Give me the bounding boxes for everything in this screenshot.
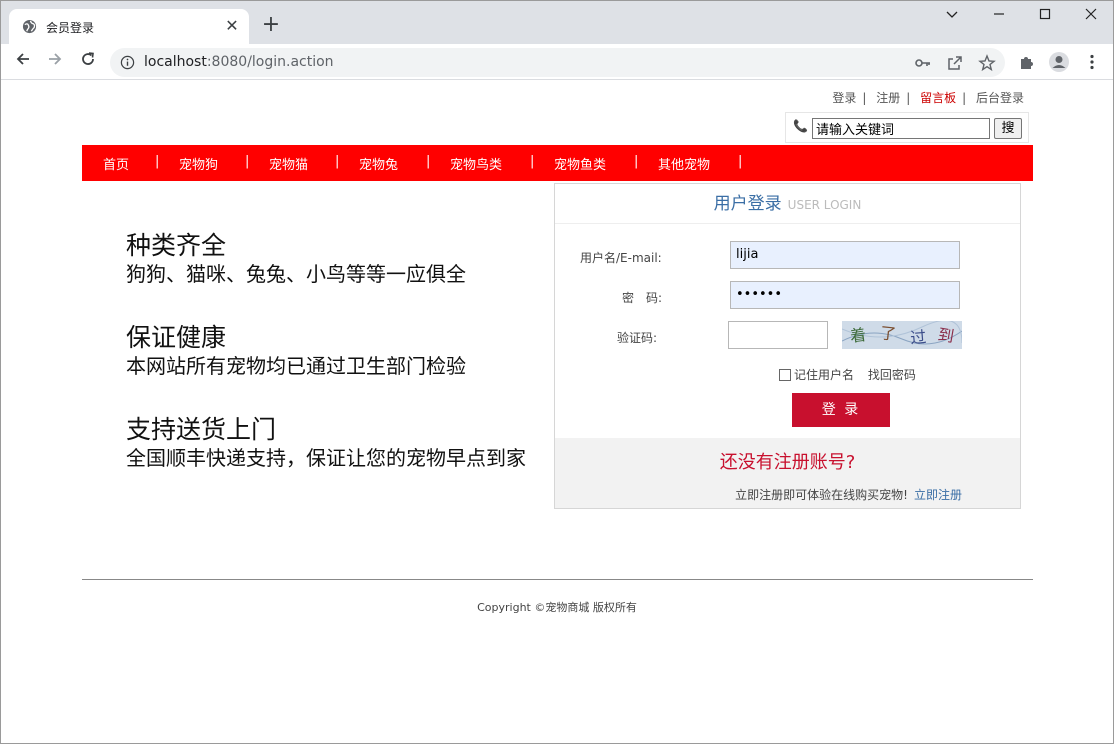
nav-divider: | <box>245 154 250 169</box>
main-nav: 首页 | 宠物狗 | 宠物猫 | 宠物兔 | 宠物鸟类 | 宠物鱼类 | 其他宠… <box>82 145 1033 181</box>
username-input[interactable]: lijia <box>730 241 960 269</box>
url-path: :8080/login.action <box>206 54 334 70</box>
promo-block: 支持送货上门 全国顺丰快递支持，保证让您的宠物早点到家 <box>126 415 526 471</box>
footer-divider <box>82 579 1033 580</box>
browser-window: 会员登录 ✕ + localhost:8080/login.action 登录 … <box>0 0 1114 744</box>
phone-icon: 📞 <box>793 119 808 133</box>
nav-item-fish[interactable]: 宠物鱼类 <box>554 154 606 173</box>
promo-text: 狗狗、猫咪、兔兔、小鸟等等一应俱全 <box>126 262 466 286</box>
nav-divider: | <box>634 154 639 169</box>
remember-checkbox[interactable] <box>779 369 791 381</box>
login-title-en: USER LOGIN <box>787 198 862 212</box>
more-menu-icon[interactable] <box>1083 53 1101 71</box>
nav-divider: | <box>155 154 160 169</box>
minimize-icon[interactable] <box>984 7 1014 27</box>
top-link-login[interactable]: 登录 <box>832 91 856 105</box>
promo-block: 种类齐全 狗狗、猫咪、兔兔、小鸟等等一应俱全 <box>126 231 466 287</box>
nav-item-dogs[interactable]: 宠物狗 <box>179 154 218 173</box>
forward-arrow-icon[interactable] <box>43 50 67 74</box>
back-arrow-icon[interactable] <box>11 50 35 74</box>
extensions-puzzle-icon[interactable] <box>1018 53 1036 71</box>
register-link[interactable]: 立即注册 <box>914 488 962 502</box>
divider: | <box>862 91 867 105</box>
login-panel: 用户登录 USER LOGIN 用户名/E-mail: lijia 密 码: ••… <box>554 183 1021 509</box>
top-link-admin-login[interactable]: 后台登录 <box>976 91 1024 105</box>
captcha-label: 验证码: <box>617 331 658 345</box>
nav-divider: | <box>738 154 743 169</box>
key-icon[interactable] <box>914 54 932 72</box>
remember-row: 记住用户名 找回密码 <box>779 366 916 383</box>
remember-label[interactable]: 记住用户名 <box>794 368 854 382</box>
top-link-register[interactable]: 注册 <box>876 91 900 105</box>
promo-block: 保证健康 本网站所有宠物均已通过卫生部门检验 <box>126 323 466 379</box>
password-label: 密 码: <box>622 291 663 305</box>
nav-item-birds[interactable]: 宠物鸟类 <box>450 154 502 173</box>
browser-toolbar: localhost:8080/login.action <box>1 44 1113 80</box>
nav-divider: | <box>530 154 535 169</box>
nav-item-other[interactable]: 其他宠物 <box>658 154 710 173</box>
login-header: 用户登录 USER LOGIN <box>555 184 1020 224</box>
page-content: 登录 | 注册 | 留言板 | 后台登录 📞 搜 首页 | 宠物狗 | 宠物猫 | 宠… <box>1 81 1113 743</box>
nav-divider: | <box>426 154 431 169</box>
tab-strip: 会员登录 ✕ + <box>1 1 1113 44</box>
search-box: 📞 搜 <box>785 112 1029 143</box>
bookmark-star-icon[interactable] <box>978 54 996 72</box>
captcha-image[interactable]: 着 了 过 到 <box>842 321 962 349</box>
promo-text: 本网站所有宠物均已通过卫生部门检验 <box>126 354 466 378</box>
search-button[interactable]: 搜 <box>994 118 1022 139</box>
url-text: localhost:8080/login.action <box>144 54 334 70</box>
divider: | <box>962 91 967 105</box>
profile-avatar-icon[interactable] <box>1048 51 1070 73</box>
nav-divider: | <box>335 154 340 169</box>
captcha-char: 过 <box>909 327 927 347</box>
nav-item-cats[interactable]: 宠物猫 <box>269 154 308 173</box>
captcha-char: 了 <box>879 323 897 344</box>
share-icon[interactable] <box>946 54 964 72</box>
register-note-text: 立即注册即可体验在线购买宠物! <box>735 488 908 502</box>
site-info-icon[interactable] <box>120 55 135 70</box>
login-button[interactable]: 登 录 <box>792 393 890 427</box>
nav-item-home[interactable]: 首页 <box>103 154 129 173</box>
register-note: 立即注册即可体验在线购买宠物! 立即注册 <box>735 486 962 503</box>
promo-heading: 种类齐全 <box>126 231 227 260</box>
promo-heading: 保证健康 <box>126 323 227 352</box>
reload-icon[interactable] <box>76 50 100 74</box>
url-host: localhost <box>144 54 207 70</box>
search-input[interactable] <box>812 118 990 139</box>
login-title: 用户登录 <box>713 194 782 214</box>
new-tab-button[interactable]: + <box>260 14 282 36</box>
tab-title: 会员登录 <box>46 21 95 35</box>
forgot-password-link[interactable]: 找回密码 <box>868 368 916 382</box>
username-label: 用户名/E-mail: <box>580 251 662 265</box>
captcha-char: 着 <box>849 325 868 346</box>
close-tab-icon[interactable]: ✕ <box>223 17 241 35</box>
captcha-input[interactable] <box>728 321 828 349</box>
promo-text: 全国顺丰快递支持，保证让您的宠物早点到家 <box>126 446 526 470</box>
tab-search-chevron-icon[interactable] <box>937 7 967 27</box>
no-account-text: 还没有注册账号? <box>719 452 856 473</box>
password-input[interactable]: •••••• <box>730 281 960 309</box>
nav-item-rabbits[interactable]: 宠物兔 <box>359 154 398 173</box>
captcha-char: 到 <box>936 325 955 346</box>
top-links: 登录 | 注册 | 留言板 | 后台登录 <box>829 89 1027 106</box>
close-window-icon[interactable] <box>1076 7 1106 27</box>
register-panel: 还没有注册账号? 立即注册即可体验在线购买宠物! 立即注册 <box>555 438 1020 508</box>
promo-heading: 支持送货上门 <box>126 415 277 444</box>
address-bar[interactable]: localhost:8080/login.action <box>110 48 1005 77</box>
top-link-guestbook[interactable]: 留言板 <box>920 91 956 105</box>
maximize-icon[interactable] <box>1030 7 1060 27</box>
globe-icon <box>22 19 37 34</box>
divider: | <box>906 91 911 105</box>
browser-tab[interactable]: 会员登录 ✕ <box>9 9 249 44</box>
copyright-text: Copyright ©宠物商城 版权所有 <box>477 601 637 614</box>
